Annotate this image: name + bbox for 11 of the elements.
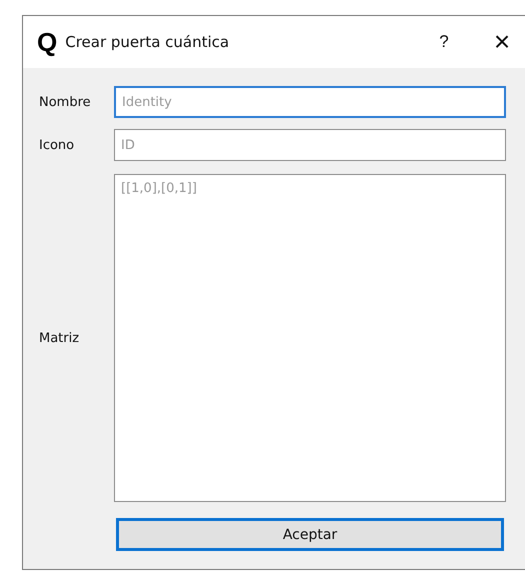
field-label: Matriz (39, 330, 80, 346)
help-button[interactable]: ? (424, 22, 464, 62)
accept-button[interactable]: Aceptar (116, 518, 504, 551)
close-button[interactable]: × (482, 22, 522, 62)
input-field[interactable]: ID (114, 129, 506, 161)
app-logo: Q (37, 26, 58, 58)
field-label: Nombre (39, 94, 92, 110)
matrix-field[interactable]: [[1,0],[0,1]] (114, 174, 506, 502)
field-label: Icono (39, 138, 76, 152)
input-field[interactable]: Identity (114, 86, 506, 118)
window-title: Crear puerta cuántica (65, 33, 230, 51)
